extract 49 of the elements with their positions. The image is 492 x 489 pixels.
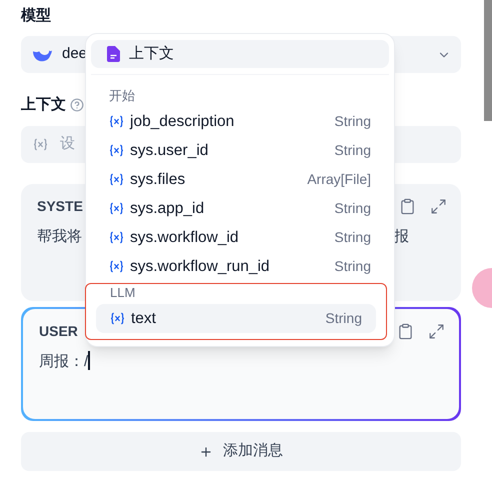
variable-item[interactable]: sys.app_id String (95, 194, 385, 223)
variable-item[interactable]: job_description String (95, 107, 385, 136)
help-icon[interactable] (70, 98, 84, 112)
message-text: 帮我将 (37, 227, 82, 247)
message-text: 报 (394, 227, 409, 247)
document-icon (107, 46, 121, 62)
group-label: LLM (110, 284, 136, 302)
plus-icon (199, 444, 213, 458)
text-cursor (88, 351, 90, 370)
variable-icon (109, 201, 124, 216)
variable-icon (109, 230, 124, 245)
message-role: SYSTE (37, 196, 83, 216)
variable-type: String (334, 257, 371, 276)
variable-item[interactable]: sys.workflow_run_id String (95, 252, 385, 281)
variable-type: String (334, 199, 371, 218)
variable-type: Array[File] (307, 170, 371, 189)
variable-icon (110, 311, 125, 326)
popup-header[interactable]: 上下文 (91, 40, 389, 68)
variable-name: sys.user_id (130, 140, 208, 161)
expand-icon[interactable] (428, 322, 445, 340)
variable-type: String (334, 141, 371, 160)
variable-item[interactable]: sys.user_id String (95, 136, 385, 165)
variable-icon (109, 114, 124, 129)
variable-icon (33, 137, 48, 152)
add-message-button[interactable]: 添加消息 (21, 432, 461, 471)
variable-name: sys.files (130, 170, 186, 190)
group-label: 开始 (109, 87, 136, 106)
copy-icon[interactable] (399, 198, 416, 214)
message-text: 周报：/ (39, 352, 88, 372)
variable-name: sys.app_id (130, 198, 204, 219)
variable-icon (109, 143, 124, 158)
variable-item[interactable]: sys.files Array[File] (95, 165, 385, 194)
message-role: USER (39, 322, 78, 340)
copy-icon[interactable] (397, 322, 414, 340)
variable-icon (109, 259, 124, 274)
variable-item[interactable]: sys.workflow_id String (95, 223, 385, 252)
variable-name: job_description (130, 112, 234, 132)
scrollbar-thumb[interactable] (484, 0, 492, 121)
section-title: 上下文 (21, 94, 66, 115)
variable-icon (109, 172, 124, 187)
variable-type: String (325, 309, 362, 328)
variable-name: sys.workflow_run_id (130, 256, 270, 277)
variable-type: String (334, 112, 371, 131)
expand-icon[interactable] (430, 198, 447, 214)
variable-name: sys.workflow_id (130, 228, 239, 248)
variable-type: String (334, 228, 371, 247)
variable-item[interactable]: text String (96, 304, 376, 333)
variable-name: text (131, 308, 156, 329)
section-title: 模型 (21, 6, 52, 26)
